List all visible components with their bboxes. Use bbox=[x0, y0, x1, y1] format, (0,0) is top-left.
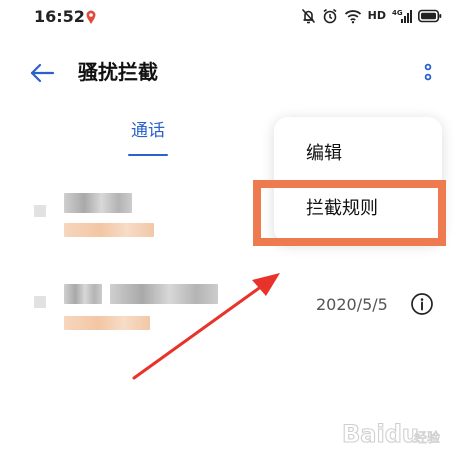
more-vertical-icon[interactable] bbox=[418, 58, 438, 88]
svg-text:4G: 4G bbox=[392, 9, 403, 17]
status-icons: HD 4G bbox=[301, 7, 442, 25]
tab-calls[interactable]: 通话 bbox=[122, 118, 174, 144]
caller-detail-blurred bbox=[64, 316, 150, 330]
menu-item-edit[interactable]: 编辑 bbox=[306, 141, 342, 167]
alarm-icon bbox=[323, 8, 337, 24]
svg-text:经验: 经验 bbox=[414, 430, 440, 446]
info-icon[interactable] bbox=[410, 292, 434, 316]
network-hd-label: HD bbox=[367, 9, 386, 22]
annotation-highlight-box bbox=[253, 180, 446, 246]
mute-icon bbox=[301, 8, 315, 24]
caller-detail-blurred bbox=[64, 223, 154, 237]
back-arrow-icon[interactable] bbox=[28, 60, 58, 86]
svg-text:Baidu: Baidu bbox=[342, 420, 419, 448]
caller-number-blurred bbox=[110, 284, 218, 304]
wifi-icon bbox=[344, 10, 361, 24]
call-type-icon bbox=[34, 205, 46, 217]
tab-active-indicator bbox=[128, 154, 168, 156]
status-bar: 16:52 HD 4G bbox=[0, 0, 460, 34]
caller-name-blurred bbox=[64, 193, 132, 213]
signal-icon: 4G bbox=[392, 9, 412, 23]
location-pin-icon bbox=[86, 10, 96, 24]
battery-icon bbox=[418, 9, 442, 23]
page-title: 骚扰拦截 bbox=[78, 60, 158, 84]
call-date: 2020/5/5 bbox=[316, 295, 388, 314]
baidu-watermark-logo: Baidu 经验 bbox=[341, 419, 440, 448]
call-type-icon bbox=[34, 296, 46, 308]
status-time: 16:52 bbox=[34, 7, 85, 26]
caller-name-blurred bbox=[64, 284, 102, 304]
call-list-item[interactable]: 2020/5/5 bbox=[0, 278, 460, 338]
